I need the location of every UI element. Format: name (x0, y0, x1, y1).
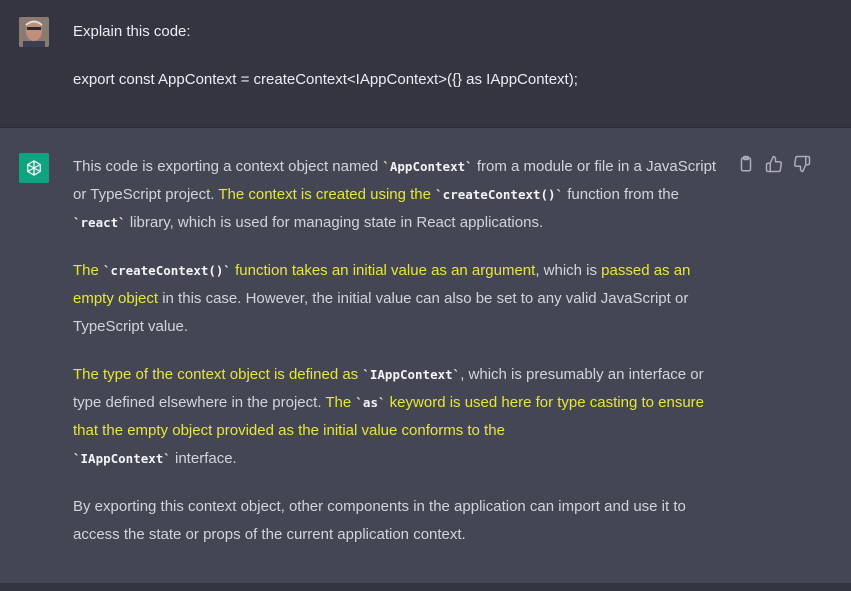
text-span: library, which is used for managing stat… (125, 214, 544, 231)
highlighted-text: The context is created using the (218, 186, 436, 203)
answer-paragraph-4: By exporting this context object, other … (73, 498, 686, 543)
message-actions (737, 155, 811, 173)
clipboard-icon[interactable] (737, 155, 755, 173)
answer-paragraph-2: The `createContext()` function takes an … (73, 257, 728, 341)
user-message-code-line: export const AppContext = createContext<… (73, 71, 578, 88)
inline-code: `IAppContext` (73, 451, 171, 466)
highlighted-text: The (73, 262, 104, 279)
thumbs-up-icon[interactable] (765, 155, 783, 173)
inline-code: `createContext()` (103, 263, 231, 278)
assistant-message-row: This code is exporting a context object … (0, 128, 851, 583)
answer-paragraph-1: This code is exporting a context object … (73, 153, 728, 237)
thumbs-down-icon[interactable] (793, 155, 811, 173)
text-span: in this case. However, the initial value… (73, 290, 689, 335)
inline-code: `IAppContext` (362, 367, 461, 382)
text-span: This code is exporting a context object … (73, 158, 383, 175)
highlighted-text: function takes an initial value as an ar… (230, 262, 536, 279)
inline-code: `createContext()` (435, 187, 564, 202)
chatgpt-logo-icon (19, 153, 49, 183)
highlighted-text: The type of the context object is define… (73, 366, 363, 383)
text-span: , which is (535, 262, 602, 279)
user-message-row: Explain this code: export const AppConte… (0, 0, 851, 128)
text-span: interface. (170, 450, 237, 467)
user-message-text: Explain this code: export const AppConte… (73, 22, 773, 90)
user-message-line: Explain this code: (73, 23, 191, 40)
inline-code: `AppContext` (382, 159, 473, 174)
highlighted-text: The (325, 394, 356, 411)
answer-paragraph-3: The type of the context object is define… (73, 361, 728, 473)
user-avatar (19, 17, 49, 47)
text-span: function from the (563, 186, 679, 203)
bottom-divider (0, 583, 851, 591)
assistant-message-text: This code is exporting a context object … (73, 153, 728, 569)
inline-code: `react` (73, 215, 126, 230)
inline-code: `as` (355, 395, 386, 410)
